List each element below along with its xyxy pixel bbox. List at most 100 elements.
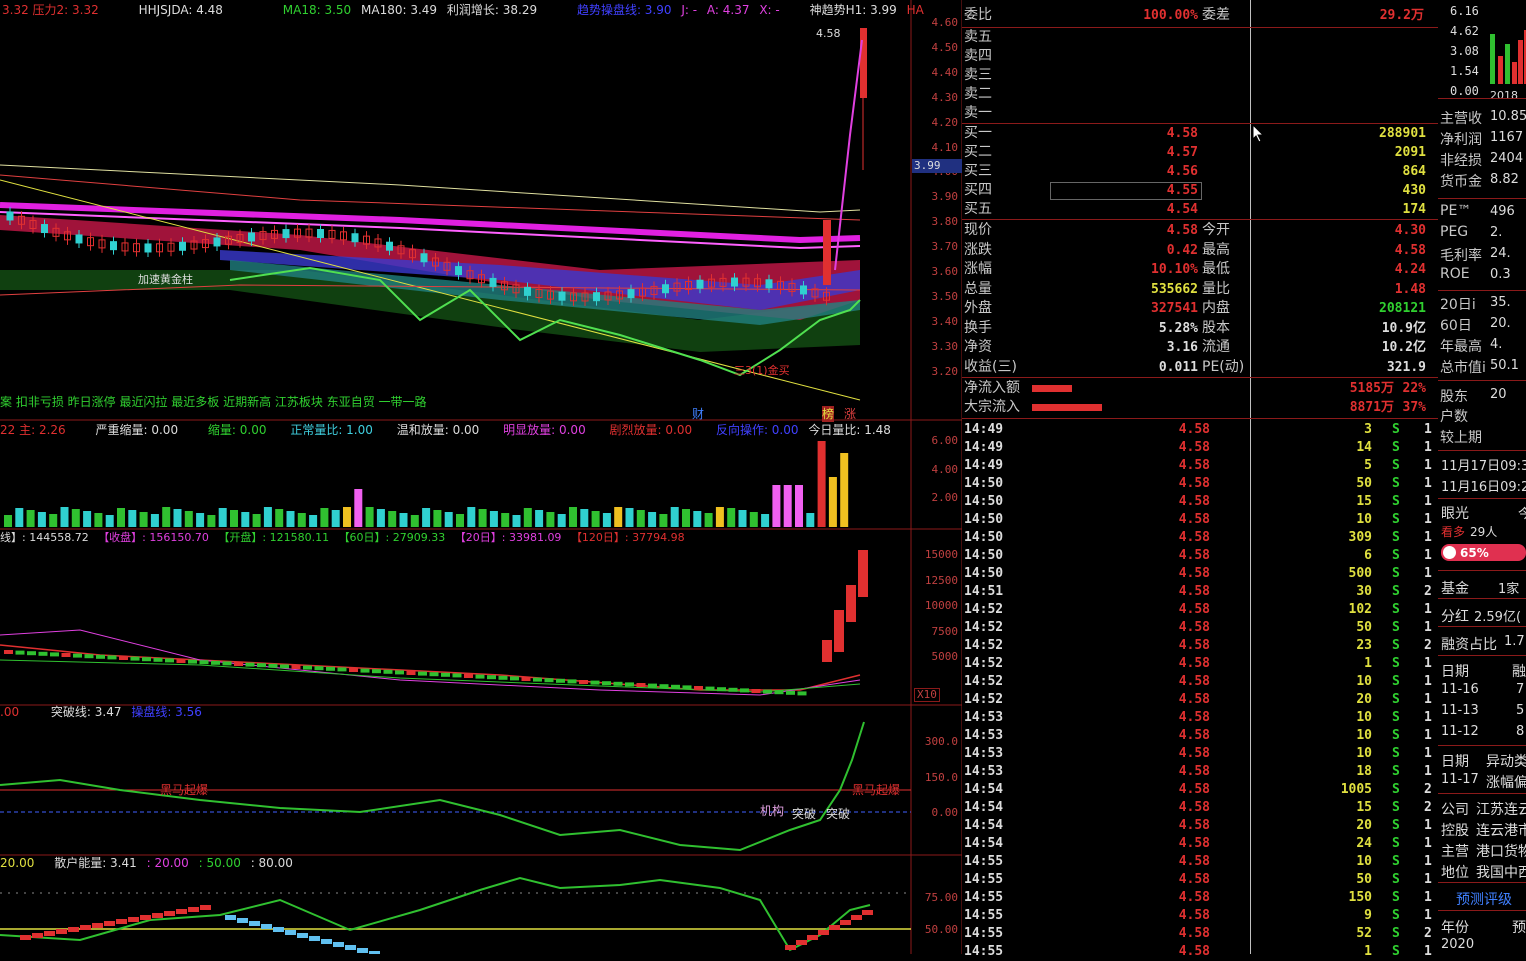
energy-bar <box>249 921 260 926</box>
chip-bar <box>464 674 473 678</box>
f10-row-value: 2404 <box>1490 151 1524 166</box>
energy-bar <box>200 905 211 910</box>
candle-body <box>765 279 773 289</box>
bid-volume: 2091 <box>1394 145 1426 160</box>
mini-bar <box>1490 34 1495 84</box>
volume-bar <box>489 511 498 527</box>
annotation-bang: 榜 <box>822 406 835 422</box>
energy-bar <box>862 910 873 915</box>
volume-bar <box>636 510 645 527</box>
chip-bar <box>176 659 186 663</box>
energy-bar <box>188 907 199 912</box>
tick-price: 4.58 <box>1178 872 1210 887</box>
tick-time: 14:54 <box>964 800 1004 815</box>
volume-bar <box>399 513 408 527</box>
tick-time: 14:50 <box>964 512 1004 527</box>
f10-row-value: 50.1 <box>1490 358 1519 373</box>
chip-bar <box>625 682 634 687</box>
flow-label: 大宗流入 <box>964 399 1020 415</box>
tick-count: 1 <box>1424 494 1432 509</box>
energy-bar <box>357 948 368 953</box>
tick-count: 1 <box>1424 890 1432 905</box>
divider <box>1438 598 1526 599</box>
tick-time: 14:52 <box>964 620 1004 635</box>
tick-row: 14:49 4.58 14 S 1 <box>962 439 1438 457</box>
tick-price: 4.58 <box>1178 530 1210 545</box>
chip-bar <box>268 663 278 668</box>
chart-canvas[interactable] <box>0 0 962 954</box>
chart-area[interactable]: 3.32 压力2: 3.32 HHJSJDA: 4.48 MA18: 3.50 … <box>0 0 962 954</box>
f10-row-label: 年最高 <box>1440 339 1482 355</box>
chip-bar <box>786 690 795 695</box>
abn-type: 涨幅偏 <box>1486 775 1526 791</box>
chip-bar <box>648 683 657 688</box>
company-value: 江苏连云 <box>1476 802 1526 818</box>
chip-bar <box>602 681 611 686</box>
tick-price: 4.58 <box>1178 548 1210 563</box>
bid-volume: 174 <box>1402 202 1426 217</box>
stat-label-2: 流通 <box>1202 339 1230 355</box>
dividend-value: 2.59亿( <box>1474 610 1522 625</box>
chip-bar <box>119 656 128 660</box>
energy-bar <box>68 927 79 932</box>
chip-bar <box>487 675 496 680</box>
margin-date: 11-13 <box>1441 703 1479 718</box>
ask-level-label: 卖二 <box>964 86 992 102</box>
divider <box>1438 910 1526 911</box>
stat-label: 涨幅 <box>964 261 992 277</box>
axis-tick-label: 4.30 <box>931 90 959 104</box>
stat-value-2: 1.48 <box>1394 281 1426 297</box>
volume-bar <box>738 510 747 527</box>
pressure-label: 3.32 压力2: 3.32 <box>2 3 99 17</box>
volume-bar <box>241 512 250 527</box>
dividend-label: 分红 <box>1441 609 1469 625</box>
tick-price: 4.58 <box>1178 728 1210 743</box>
candle-body <box>455 266 462 276</box>
energy-axis: 75.00 50.00 <box>912 855 962 954</box>
tick-count: 1 <box>1424 566 1432 581</box>
tick-side: S <box>1392 422 1400 437</box>
tick-side: S <box>1392 692 1400 707</box>
bid-price: 4.56 <box>1166 164 1198 179</box>
tick-time: 14:52 <box>964 602 1004 617</box>
stat-value: 535662 <box>1151 281 1198 297</box>
tick-price: 4.58 <box>1178 440 1210 455</box>
volume-bar <box>49 514 58 527</box>
volume-bar <box>535 510 544 527</box>
mini-bar <box>1512 62 1517 84</box>
tick-price: 4.58 <box>1178 764 1210 779</box>
ma18-label: MA18: 3.50 <box>282 3 352 17</box>
abn-header-value: 异动类 <box>1486 754 1526 770</box>
f10-row-label: 20日i <box>1440 297 1476 313</box>
stat-value: 0.42 <box>1166 242 1198 258</box>
chip-bar <box>705 686 715 691</box>
breakout-label-jg: 机构 <box>760 804 785 818</box>
forecast-rating-link[interactable]: 预测评级 <box>1456 889 1512 909</box>
god-trend-label: 神趋势H1: 3.99 <box>809 3 897 17</box>
tick-price: 4.58 <box>1178 836 1210 851</box>
tick-price: 4.58 <box>1178 710 1210 725</box>
chip-bar <box>165 658 174 663</box>
tick-volume: 1 <box>1364 944 1372 959</box>
chip-bar <box>429 672 439 677</box>
chip-bar <box>418 671 427 676</box>
stat-row: 涨跌 0.42 最高 4.58 <box>962 241 1438 260</box>
tick-time: 14:54 <box>964 818 1004 833</box>
tick-row: 14:49 4.58 3 S 1 <box>962 421 1438 439</box>
candle-body <box>6 211 14 221</box>
tick-row: 14:53 4.58 18 S 1 <box>962 763 1438 781</box>
tick-volume: 18 <box>1356 764 1372 779</box>
tick-row: 14:50 4.58 309 S 1 <box>962 529 1438 547</box>
f10-row-value: 8.82 <box>1490 172 1519 187</box>
stat-value-2: 4.58 <box>1394 242 1426 258</box>
candle-body <box>75 234 83 244</box>
volume-bar <box>218 508 227 527</box>
chip-bar <box>544 678 554 683</box>
volume-bar <box>456 514 464 527</box>
tick-price: 4.58 <box>1178 476 1210 491</box>
chip-indicator-header: 线】: 144558.72 【收盘】: 156150.70 【开盘】: 1215… <box>0 530 691 546</box>
axis-tick-label: 4.60 <box>931 16 959 29</box>
breakout-label-tp1: 突破 <box>792 807 817 821</box>
tick-row: 14:55 4.58 9 S 1 <box>962 907 1438 925</box>
axis-tick-label: 75.00 <box>924 891 958 904</box>
